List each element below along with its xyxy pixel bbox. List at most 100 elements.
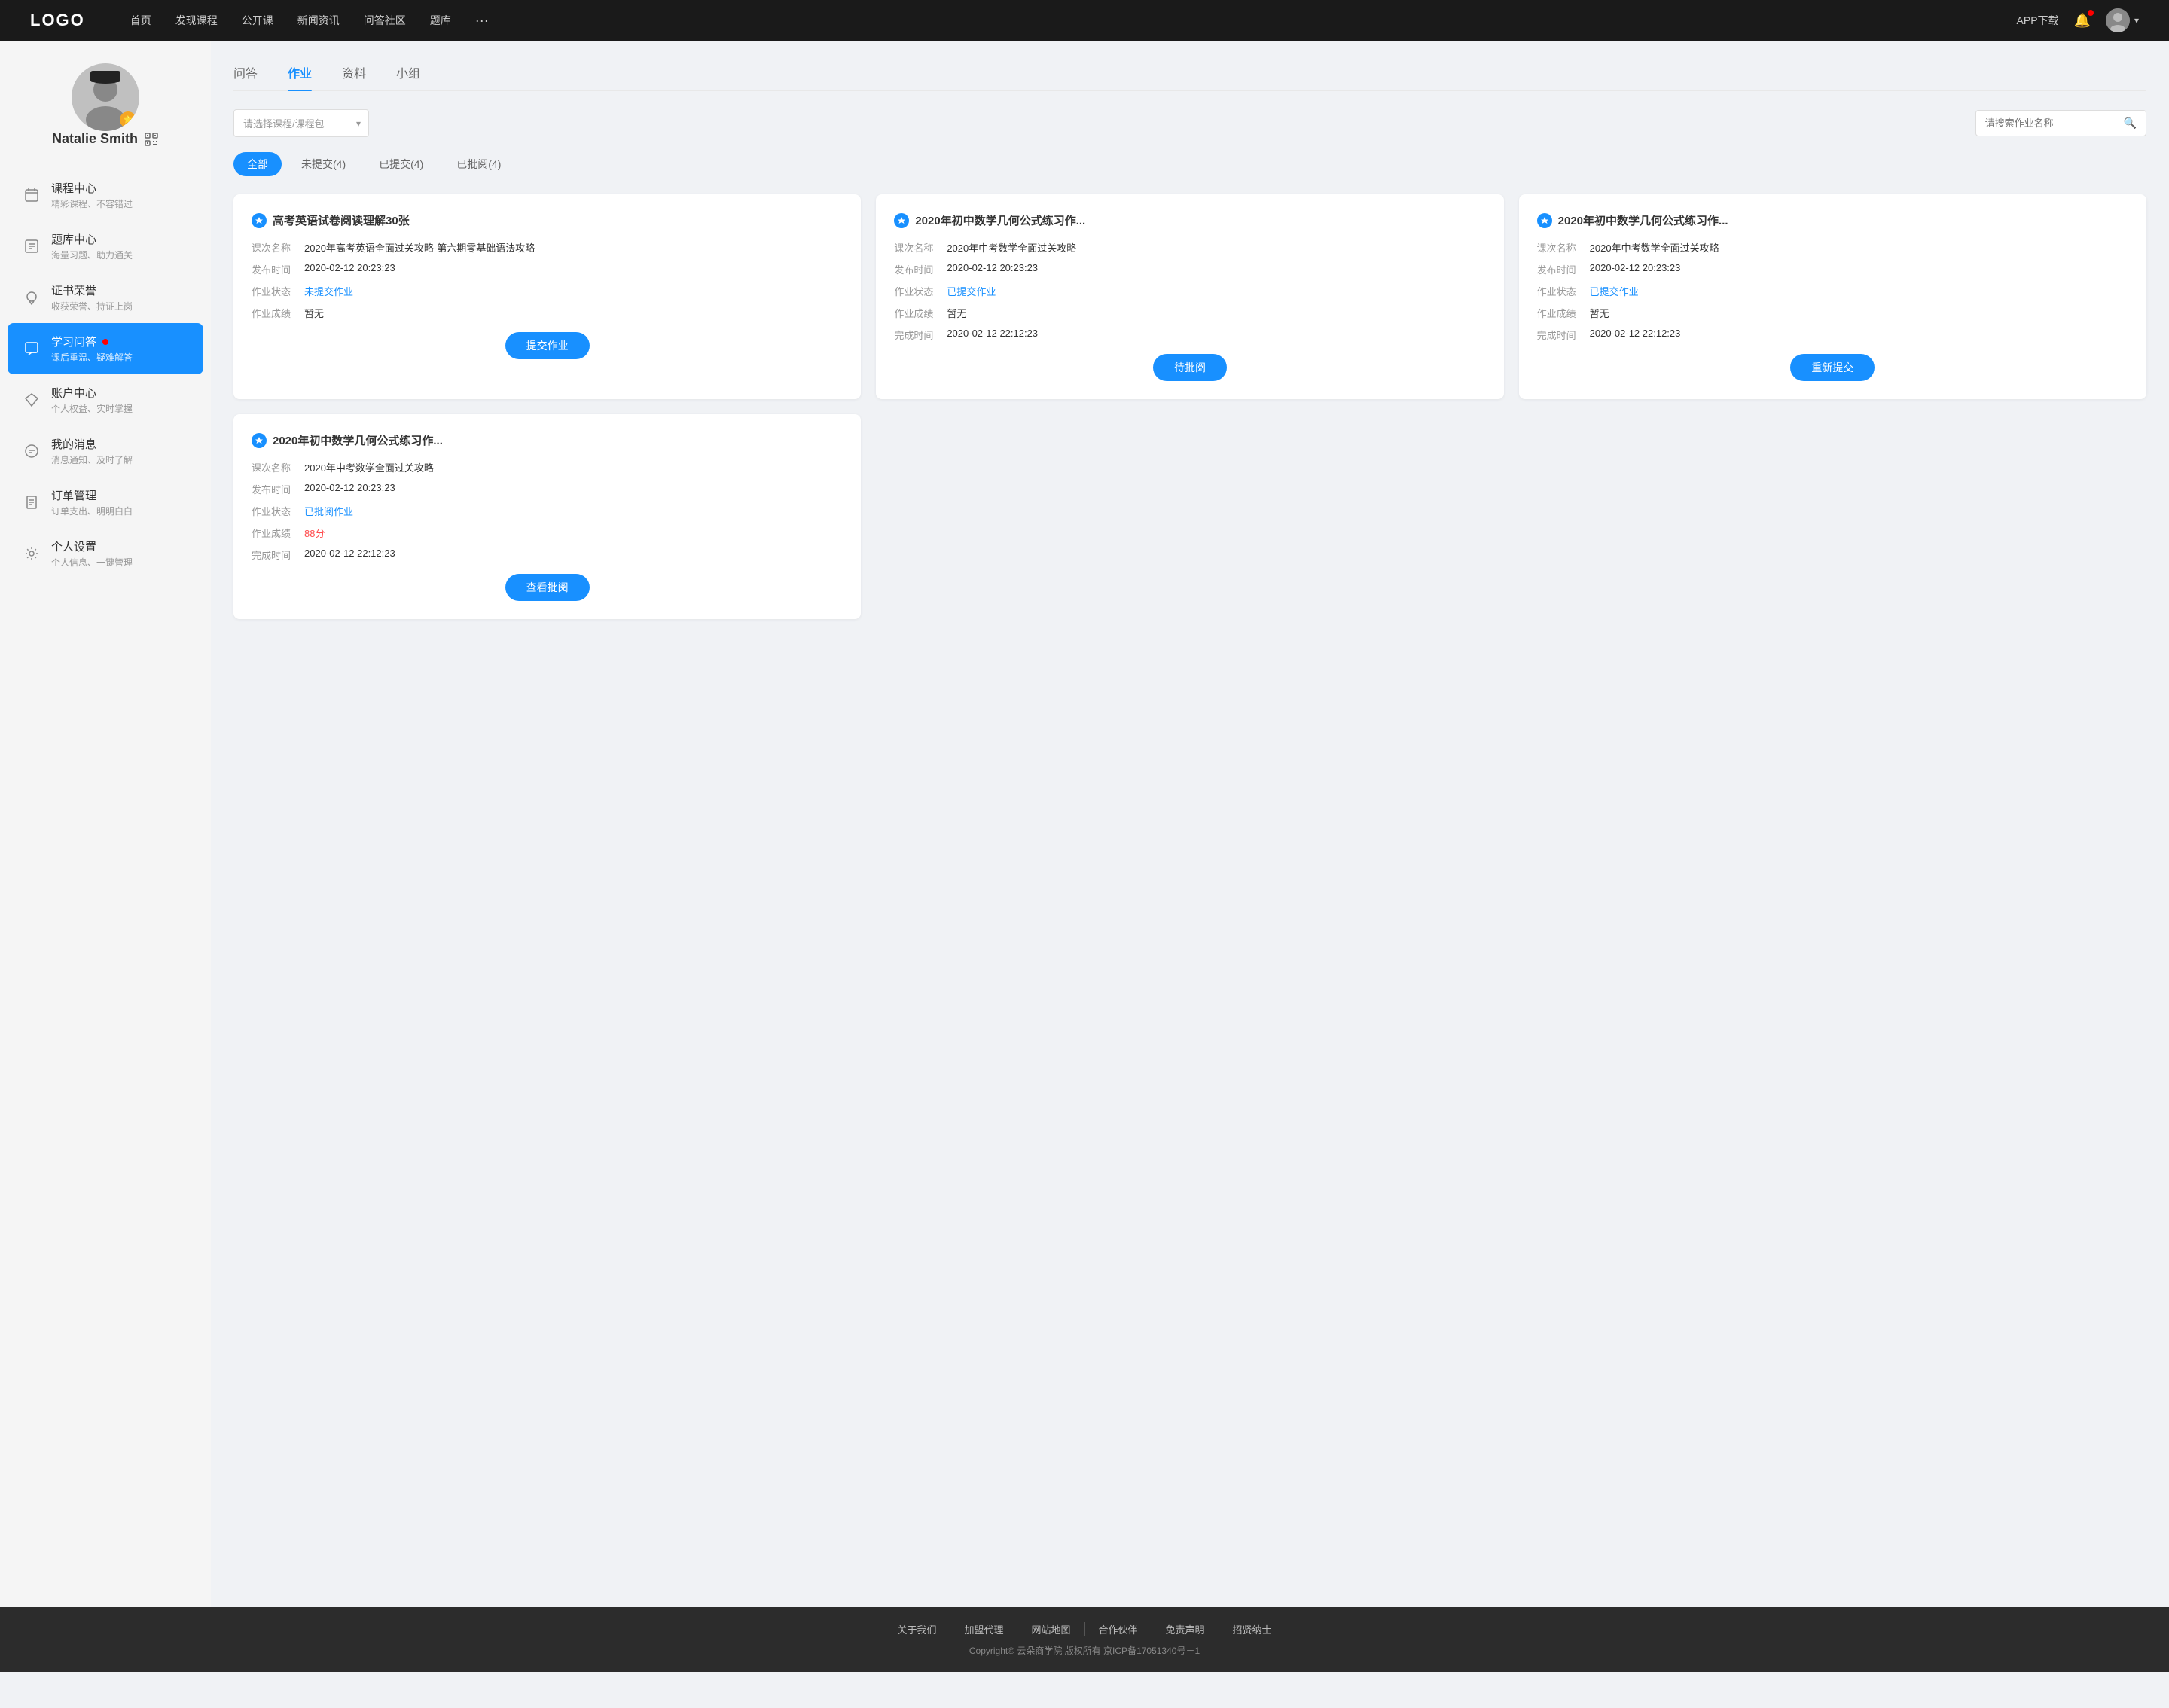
main-content: 问答 作业 资料 小组 请选择课程/课程包 ▾ 🔍 全部 未提交(4) 已提交(… bbox=[211, 41, 2169, 1607]
sidebar-item-orders[interactable]: 订单管理 订单支出、明明白白 bbox=[0, 477, 211, 528]
card-field-course-3: 课次名称 2020年中考数学全面过关攻略 bbox=[1537, 240, 2128, 255]
status-tab-reviewed[interactable]: 已批阅(4) bbox=[443, 152, 514, 176]
card-field-time-1: 发布时间 2020-02-12 20:23:23 bbox=[252, 262, 843, 276]
tab-materials[interactable]: 资料 bbox=[342, 63, 366, 90]
sidebar-item-account[interactable]: 账户中心 个人权益、实时掌握 bbox=[0, 374, 211, 425]
footer-link-sitemap[interactable]: 网站地图 bbox=[1017, 1622, 1084, 1636]
tab-group[interactable]: 小组 bbox=[396, 63, 420, 90]
footer-links: 关于我们 加盟代理 网站地图 合作伙伴 免责声明 招贤纳士 bbox=[30, 1622, 2139, 1636]
card-action-1: 提交作业 bbox=[252, 332, 843, 359]
sidebar: ⭐ Natalie Smith bbox=[0, 41, 211, 1607]
homework-card-3: 2020年初中数学几何公式练习作... 课次名称 2020年中考数学全面过关攻略… bbox=[1519, 194, 2146, 399]
sidebar-text-qa: 学习问答 课后重温、疑难解答 bbox=[51, 334, 133, 364]
card-field-course-2: 课次名称 2020年中考数学全面过关攻略 bbox=[894, 240, 1485, 255]
sidebar-sub-qbank: 海量习题、助力通关 bbox=[51, 249, 133, 261]
nav-discover[interactable]: 发现课程 bbox=[175, 13, 218, 28]
nav-qa[interactable]: 问答社区 bbox=[364, 13, 406, 28]
course-dropdown[interactable]: 请选择课程/课程包 ▾ bbox=[233, 109, 369, 137]
qa-notification-dot bbox=[102, 339, 108, 345]
filters-row: 请选择课程/课程包 ▾ 🔍 bbox=[233, 109, 2146, 137]
homework-card-1: 高考英语试卷阅读理解30张 课次名称 2020年高考英语全面过关攻略-第六期零基… bbox=[233, 194, 861, 399]
sidebar-sub-messages: 消息通知、及时了解 bbox=[51, 453, 133, 466]
homework-badge-4 bbox=[252, 433, 267, 448]
nav-home[interactable]: 首页 bbox=[130, 13, 151, 28]
view-review-button[interactable]: 查看批阅 bbox=[505, 574, 590, 601]
search-icon: 🔍 bbox=[2124, 117, 2137, 130]
tab-homework[interactable]: 作业 bbox=[288, 63, 312, 90]
card-field-time-4: 发布时间 2020-02-12 20:23:23 bbox=[252, 482, 843, 496]
submit-homework-button[interactable]: 提交作业 bbox=[505, 332, 590, 359]
sidebar-sub-settings: 个人信息、一键管理 bbox=[51, 556, 133, 569]
notification-bell[interactable]: 🔔 bbox=[2074, 13, 2091, 29]
profile-section: ⭐ Natalie Smith bbox=[52, 63, 159, 147]
sidebar-item-course[interactable]: 课程中心 精彩课程、不容错过 bbox=[0, 169, 211, 221]
card-field-score-3: 作业成绩 暂无 bbox=[1537, 306, 2128, 320]
footer-link-about[interactable]: 关于我们 bbox=[883, 1622, 950, 1636]
gear-icon bbox=[23, 544, 41, 563]
footer-link-partner[interactable]: 合作伙伴 bbox=[1085, 1622, 1152, 1636]
nav-more-icon[interactable]: ··· bbox=[475, 13, 489, 29]
pending-review-button[interactable]: 待批阅 bbox=[1153, 354, 1227, 381]
chat-icon bbox=[23, 340, 41, 358]
sidebar-text-settings: 个人设置 个人信息、一键管理 bbox=[51, 538, 133, 569]
status-tab-not-submitted[interactable]: 未提交(4) bbox=[288, 152, 359, 176]
sidebar-item-qa[interactable]: 学习问答 课后重温、疑难解答 bbox=[8, 323, 203, 374]
card-field-status-3: 作业状态 已提交作业 bbox=[1537, 284, 2128, 298]
sidebar-label-qa: 学习问答 bbox=[51, 334, 96, 349]
app-download-link[interactable]: APP下载 bbox=[2017, 13, 2059, 28]
resubmit-button[interactable]: 重新提交 bbox=[1790, 354, 1875, 381]
sidebar-label-settings: 个人设置 bbox=[51, 538, 133, 554]
sidebar-sub-certificate: 收获荣誉、持证上岗 bbox=[51, 300, 133, 313]
main-container: ⭐ Natalie Smith bbox=[0, 41, 2169, 1607]
card-field-complete-4: 完成时间 2020-02-12 22:12:23 bbox=[252, 547, 843, 562]
sidebar-sub-orders: 订单支出、明明白白 bbox=[51, 505, 133, 517]
card-field-score-4: 作业成绩 88分 bbox=[252, 526, 843, 540]
sidebar-label-messages: 我的消息 bbox=[51, 436, 133, 452]
dropdown-arrow-icon: ▾ bbox=[356, 118, 361, 129]
footer-link-recruit[interactable]: 招贤纳士 bbox=[1219, 1622, 1286, 1636]
chevron-down-icon: ▾ bbox=[2134, 15, 2139, 26]
card-action-3: 重新提交 bbox=[1537, 354, 2128, 381]
nav-question-bank[interactable]: 题库 bbox=[430, 13, 451, 28]
footer-link-franchise[interactable]: 加盟代理 bbox=[950, 1622, 1017, 1636]
card-field-time-2: 发布时间 2020-02-12 20:23:23 bbox=[894, 262, 1485, 276]
card-field-complete-2: 完成时间 2020-02-12 22:12:23 bbox=[894, 328, 1485, 342]
homework-badge-3 bbox=[1537, 213, 1552, 228]
header-avatar bbox=[2106, 8, 2130, 32]
logo: LOGO bbox=[30, 11, 85, 30]
card-action-4: 查看批阅 bbox=[252, 574, 843, 601]
sidebar-sub-account: 个人权益、实时掌握 bbox=[51, 402, 133, 415]
sidebar-item-qbank[interactable]: 题库中心 海量习题、助力通关 bbox=[0, 221, 211, 272]
homework-badge-2 bbox=[894, 213, 909, 228]
search-input[interactable] bbox=[1985, 117, 2118, 129]
profile-avatar: ⭐ bbox=[72, 63, 139, 131]
sidebar-text-qbank: 题库中心 海量习题、助力通关 bbox=[51, 231, 133, 261]
nav-public[interactable]: 公开课 bbox=[242, 13, 273, 28]
sidebar-item-settings[interactable]: 个人设置 个人信息、一键管理 bbox=[0, 528, 211, 579]
badge-icon bbox=[23, 288, 41, 307]
nav-news[interactable]: 新闻资讯 bbox=[297, 13, 340, 28]
card-title-4: 2020年初中数学几何公式练习作... bbox=[252, 432, 843, 448]
footer-link-disclaimer[interactable]: 免责声明 bbox=[1152, 1622, 1219, 1636]
card-action-2: 待批阅 bbox=[894, 354, 1485, 381]
card-field-time-3: 发布时间 2020-02-12 20:23:23 bbox=[1537, 262, 2128, 276]
sidebar-item-messages[interactable]: 我的消息 消息通知、及时了解 bbox=[0, 425, 211, 477]
qr-code-icon[interactable] bbox=[144, 132, 159, 147]
card-field-status-2: 作业状态 已提交作业 bbox=[894, 284, 1485, 298]
sidebar-label-certificate: 证书荣誉 bbox=[51, 282, 133, 298]
sidebar-item-certificate[interactable]: 证书荣誉 收获荣誉、持证上岗 bbox=[0, 272, 211, 323]
user-avatar-wrapper[interactable]: ▾ bbox=[2106, 8, 2139, 32]
sidebar-sub-course: 精彩课程、不容错过 bbox=[51, 197, 133, 210]
sidebar-text-certificate: 证书荣誉 收获荣誉、持证上岗 bbox=[51, 282, 133, 313]
tab-qa[interactable]: 问答 bbox=[233, 63, 258, 90]
status-tab-all[interactable]: 全部 bbox=[233, 152, 282, 176]
card-field-score-2: 作业成绩 暂无 bbox=[894, 306, 1485, 320]
header: LOGO 首页 发现课程 公开课 新闻资讯 问答社区 题库 ··· APP下载 … bbox=[0, 0, 2169, 41]
homework-card-2: 2020年初中数学几何公式练习作... 课次名称 2020年中考数学全面过关攻略… bbox=[876, 194, 1503, 399]
sidebar-text-orders: 订单管理 订单支出、明明白白 bbox=[51, 487, 133, 517]
footer-copyright: Copyright© 云朵商学院 版权所有 京ICP备17051340号－1 bbox=[30, 1644, 2139, 1657]
homework-card-4: 2020年初中数学几何公式练习作... 课次名称 2020年中考数学全面过关攻略… bbox=[233, 414, 861, 619]
card-field-course-1: 课次名称 2020年高考英语全面过关攻略-第六期零基础语法攻略 bbox=[252, 240, 843, 255]
status-tab-submitted[interactable]: 已提交(4) bbox=[365, 152, 437, 176]
header-right: APP下载 🔔 ▾ bbox=[2017, 8, 2139, 32]
